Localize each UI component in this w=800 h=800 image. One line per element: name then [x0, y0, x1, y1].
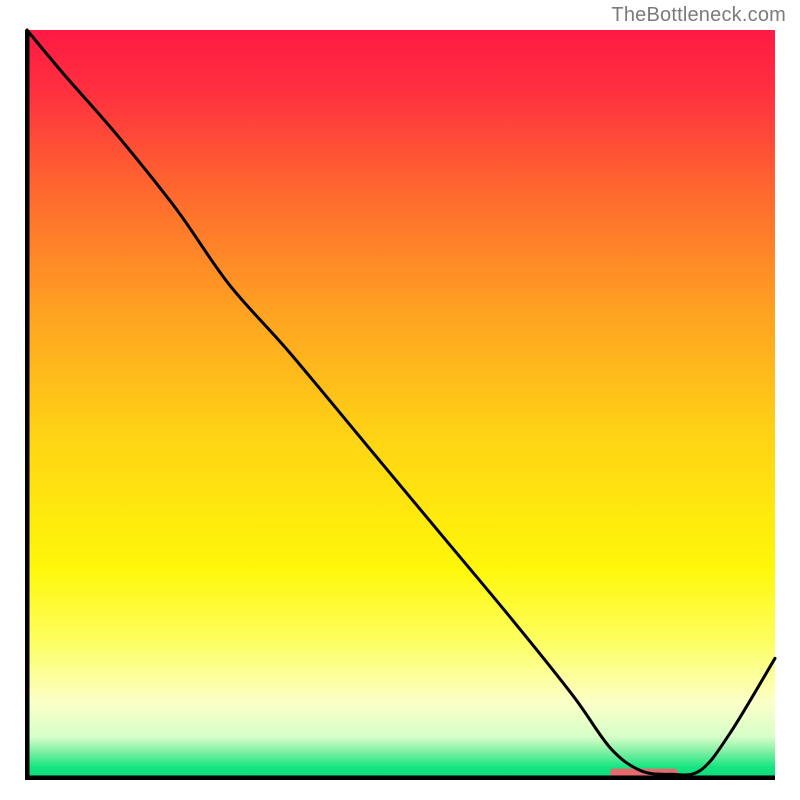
watermark-text: TheBottleneck.com — [611, 4, 786, 27]
chart-container — [25, 28, 777, 780]
gradient-background — [27, 30, 775, 778]
bottleneck-chart — [25, 28, 777, 780]
